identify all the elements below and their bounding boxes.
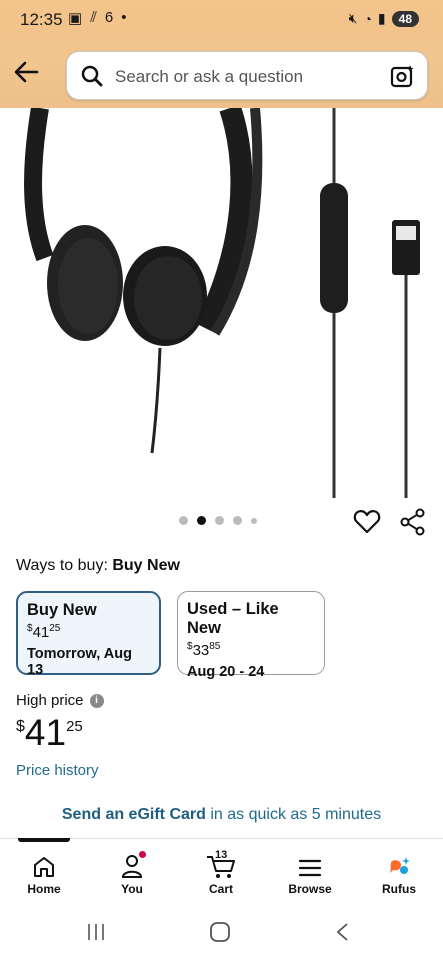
system-nav-bar — [0, 900, 443, 960]
active-tab-indicator — [18, 838, 70, 842]
rufus-icon — [390, 857, 410, 874]
menu-icon — [298, 859, 322, 877]
status-bar: 12:35 ▣ ⫽ 6 • 🔇︎ ◔ ▮ 48 — [0, 0, 443, 40]
carousel-dot[interactable] — [179, 516, 188, 525]
nav-browse[interactable]: Browse — [275, 851, 345, 896]
search-placeholder: Search or ask a question — [115, 67, 304, 86]
nav-rufus[interactable]: Rufus — [364, 851, 434, 896]
status-notification-icons: ▣ ⫽ 6 • — [68, 9, 127, 27]
ways-to-buy-label: Ways to buy: — [16, 557, 108, 574]
notification-dot — [139, 851, 146, 858]
price-dollars: 41 — [24, 712, 67, 753]
price-badge: High price i — [16, 692, 104, 709]
heart-icon[interactable] — [353, 508, 381, 534]
nav-label: Home — [27, 882, 61, 896]
wifi-icon: ◔ — [363, 10, 372, 27]
mute-icon: 🔇︎ — [348, 10, 358, 26]
option-title: Used – Like New — [187, 600, 279, 637]
signal-stripes-icon: ⫽ — [90, 9, 97, 26]
egift-text: in as quick as 5 minutes — [205, 806, 382, 823]
info-icon[interactable]: i — [89, 693, 104, 708]
nav-home[interactable]: Home — [9, 851, 79, 896]
price-history-link[interactable]: Price history — [16, 762, 99, 779]
egift-link[interactable]: Send an eGift Card — [62, 806, 206, 823]
option-cents: 85 — [209, 641, 221, 652]
option-delivery: Tomorrow, Aug 13 — [27, 646, 132, 678]
price-label: High price — [16, 692, 84, 709]
back-arrow-icon[interactable] — [12, 58, 40, 86]
home-icon — [34, 857, 54, 877]
product-image[interactable] — [0, 108, 443, 498]
carousel-dot[interactable] — [215, 516, 224, 525]
option-cents: 25 — [49, 623, 61, 634]
main-price: $4125 — [16, 712, 83, 754]
option-title: Buy New — [27, 601, 97, 619]
image-carousel-dots[interactable] — [179, 516, 257, 525]
carousel-dot[interactable] — [251, 517, 257, 524]
option-dollars: 41 — [32, 624, 50, 641]
screenshot-icon: ▣ — [68, 10, 83, 27]
nav-label: Rufus — [382, 882, 416, 896]
bottom-nav: Home You 13 Cart Browse Rufus — [0, 838, 443, 901]
nav-label: Browse — [288, 882, 332, 896]
egift-banner: Send an eGift Card in as quick as 5 minu… — [0, 806, 443, 824]
cart-count-badge: 13 — [215, 849, 228, 861]
ways-to-buy-selected: Buy New — [112, 557, 180, 574]
nav-label: You — [121, 882, 143, 896]
nav-you[interactable]: You — [97, 851, 167, 896]
option-delivery: Aug 20 - 24 — [187, 664, 265, 680]
status-time: 12:35 — [20, 10, 63, 29]
price-cents: 25 — [66, 718, 83, 735]
price-currency: $ — [16, 718, 25, 735]
carousel-dot[interactable] — [233, 516, 242, 525]
option-price: $3385 — [187, 641, 315, 659]
share-icon[interactable] — [399, 508, 427, 536]
nav-label: Cart — [208, 882, 233, 896]
camera-search-icon[interactable] — [390, 64, 414, 88]
option-price: $4125 — [27, 623, 150, 641]
header-bar: 12:35 ▣ ⫽ 6 • 🔇︎ ◔ ▮ 48 Search or ask a … — [0, 0, 443, 108]
headset-image — [24, 108, 420, 498]
home-button-icon[interactable] — [209, 921, 231, 943]
back-button-icon[interactable] — [335, 922, 351, 942]
nav-cart[interactable]: 13 Cart — [186, 849, 256, 896]
search-box[interactable]: Search or ask a question — [66, 51, 428, 100]
status-system-icons: 🔇︎ ◔ ▮ 48 — [349, 10, 419, 27]
buy-new-option[interactable]: Buy New $4125 Tomorrow, Aug 13 — [16, 591, 161, 678]
more-dot-icon: • — [121, 9, 127, 26]
carousel-dot-active[interactable] — [197, 516, 206, 525]
option-dollars: 33 — [192, 642, 210, 659]
battery-indicator: 48 — [391, 10, 419, 27]
cell-signal-icon: ▮ — [377, 10, 386, 26]
search-icon — [81, 65, 103, 87]
thread-icon: 6 — [104, 9, 114, 26]
ways-to-buy: Ways to buy: Buy New — [16, 557, 180, 575]
used-like-new-option[interactable]: Used – Like New $3385 Aug 20 - 24 — [177, 591, 325, 680]
recent-apps-icon[interactable] — [86, 922, 106, 942]
